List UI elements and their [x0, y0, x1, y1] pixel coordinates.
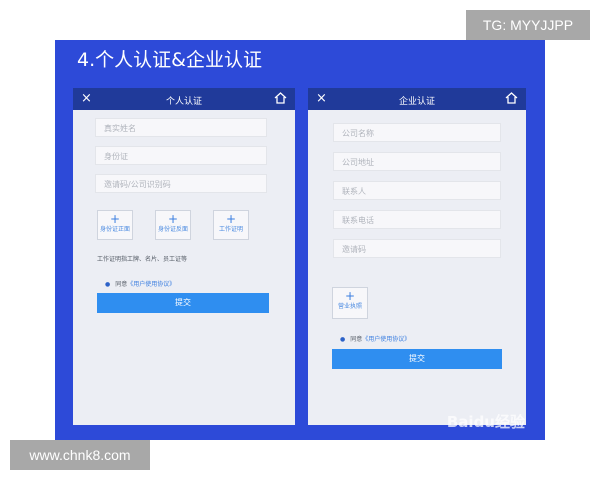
enterprise-cert-panel: × 企业认证 公司名称 公司地址 联系人 联系电话 邀请码 + 营业执照 ● 同意… — [308, 88, 526, 425]
invite-code-input[interactable]: 邀请码/公司识别码 — [95, 174, 267, 193]
real-name-input[interactable]: 真实姓名 — [95, 118, 267, 137]
submit-button[interactable]: 提交 — [97, 293, 269, 313]
upload-label: 营业执照 — [337, 303, 362, 310]
upload-business-license-button[interactable]: + 营业执照 — [332, 287, 368, 319]
slide-title: 4.个人认证&企业认证 — [77, 49, 262, 71]
plus-icon: + — [109, 212, 121, 226]
user-agreement-link[interactable]: 《用户使用协议》 — [362, 336, 410, 343]
plus-icon: + — [344, 289, 356, 303]
checkbox-dot-icon[interactable]: ● — [105, 281, 110, 288]
bottom-left-tag: www.chnk8.com — [10, 440, 150, 470]
upload-work-proof-button[interactable]: + 工作证明 — [213, 210, 249, 240]
top-right-tag: TG: MYYJJPP — [466, 10, 590, 40]
agree-text: 同意 — [350, 336, 363, 343]
upload-id-back-button[interactable]: + 身份证反面 — [155, 210, 191, 240]
checkbox-dot-icon[interactable]: ● — [340, 336, 345, 343]
company-address-input[interactable]: 公司地址 — [333, 152, 501, 171]
id-card-input[interactable]: 身份证 — [95, 146, 267, 165]
baidu-watermark: Baidu经验 — [446, 413, 525, 431]
submit-button[interactable]: 提交 — [332, 349, 502, 369]
upload-label: 工作证明 — [218, 226, 243, 233]
plus-icon: + — [167, 212, 179, 226]
panel-title: 企业认证 — [398, 97, 435, 107]
slide: 4.个人认证&企业认证 × 个人认证 真实姓名 身份证 邀请码/公司识别码 + … — [55, 40, 545, 440]
company-name-input[interactable]: 公司名称 — [333, 123, 501, 142]
upload-label: 身份证反面 — [157, 226, 188, 233]
user-agreement-link[interactable]: 《用户使用协议》 — [127, 281, 175, 288]
panel-header: × 企业认证 — [308, 88, 526, 110]
agreement-row[interactable]: ● 同意《用户使用协议》 — [340, 334, 410, 343]
upload-label: 身份证正面 — [99, 226, 130, 233]
home-icon[interactable] — [505, 92, 518, 107]
invite-code-input[interactable]: 邀请码 — [333, 239, 501, 258]
contact-person-input[interactable]: 联系人 — [333, 181, 501, 200]
panel-title: 个人认证 — [165, 97, 202, 107]
work-proof-note: 工作证明指工牌、名片、员工证等 — [97, 256, 188, 263]
upload-id-front-button[interactable]: + 身份证正面 — [97, 210, 133, 240]
contact-phone-input[interactable]: 联系电话 — [333, 210, 501, 229]
panel-header: × 个人认证 — [73, 88, 295, 110]
home-icon[interactable] — [274, 92, 287, 107]
agreement-row[interactable]: ● 同意《用户使用协议》 — [105, 279, 175, 288]
agree-text: 同意 — [115, 281, 128, 288]
personal-cert-panel: × 个人认证 真实姓名 身份证 邀请码/公司识别码 + 身份证正面 + 身份证反… — [73, 88, 295, 425]
plus-icon: + — [225, 212, 237, 226]
